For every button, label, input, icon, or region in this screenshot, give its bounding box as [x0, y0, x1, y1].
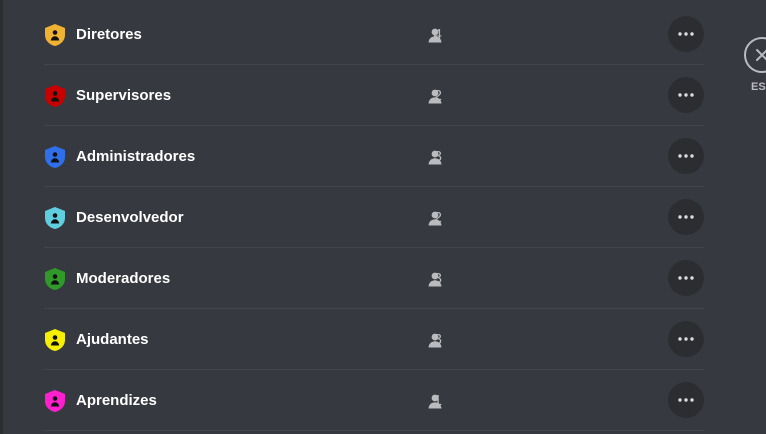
more-options-button[interactable] [668, 138, 704, 174]
more-horizontal-icon [678, 337, 694, 341]
close-control: ESC [744, 37, 766, 97]
role-row[interactable]: Aprendizes 1 [44, 370, 704, 431]
role-shield-icon [44, 145, 66, 169]
more-options-button[interactable] [668, 382, 704, 418]
role-row[interactable]: Moderadores 3 [44, 248, 704, 309]
sidebar-edge [0, 0, 3, 434]
role-name: Supervisores [76, 87, 172, 104]
more-horizontal-icon [678, 276, 694, 280]
more-horizontal-icon [678, 398, 694, 402]
person-icon [427, 332, 443, 348]
person-icon [427, 271, 443, 287]
role-name: Ajudantes [76, 331, 149, 348]
role-shield-icon [44, 23, 66, 47]
more-options-button[interactable] [668, 260, 704, 296]
role-name: Moderadores [76, 270, 171, 287]
role-name: Administradores [76, 148, 196, 165]
role-row[interactable]: Administradores 3 [44, 126, 704, 187]
person-icon [427, 393, 443, 409]
role-shield-icon [44, 267, 66, 291]
more-horizontal-icon [678, 215, 694, 219]
esc-label: ESC [751, 81, 766, 93]
role-shield-icon [44, 389, 66, 413]
role-name: Desenvolvedor [76, 209, 184, 226]
role-row[interactable]: Desenvolvedor 2 [44, 187, 704, 248]
role-list: Diretores 4 Supervisores 2 Administrador… [44, 4, 704, 431]
person-icon [427, 88, 443, 104]
more-options-button[interactable] [668, 16, 704, 52]
role-shield-icon [44, 84, 66, 108]
person-icon [427, 210, 443, 226]
person-icon [427, 27, 443, 43]
more-options-button[interactable] [668, 77, 704, 113]
person-icon [427, 149, 443, 165]
more-options-button[interactable] [668, 321, 704, 357]
more-horizontal-icon [678, 154, 694, 158]
role-row[interactable]: Supervisores 2 [44, 65, 704, 126]
role-row[interactable]: Diretores 4 [44, 4, 704, 65]
close-icon [756, 49, 766, 61]
more-horizontal-icon [678, 32, 694, 36]
more-horizontal-icon [678, 93, 694, 97]
close-button[interactable] [744, 37, 766, 73]
more-options-button[interactable] [668, 199, 704, 235]
role-name: Diretores [76, 26, 142, 43]
role-name: Aprendizes [76, 392, 157, 409]
role-shield-icon [44, 328, 66, 352]
role-settings-panel: Diretores 4 Supervisores 2 Administrador… [0, 0, 766, 434]
role-shield-icon [44, 206, 66, 230]
role-row[interactable]: Ajudantes 3 [44, 309, 704, 370]
